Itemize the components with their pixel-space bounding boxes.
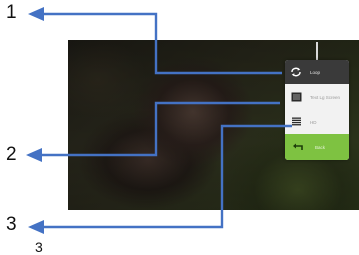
callout-arrow-1 [42,12,282,75]
callout-arrowhead-2 [26,148,42,162]
callout-arrowhead-1 [28,7,44,21]
callout-arrows [26,7,292,234]
callout-arrow-3 [42,124,292,229]
callout-arrow-2 [40,101,280,157]
callout-arrowhead-3 [28,220,44,234]
